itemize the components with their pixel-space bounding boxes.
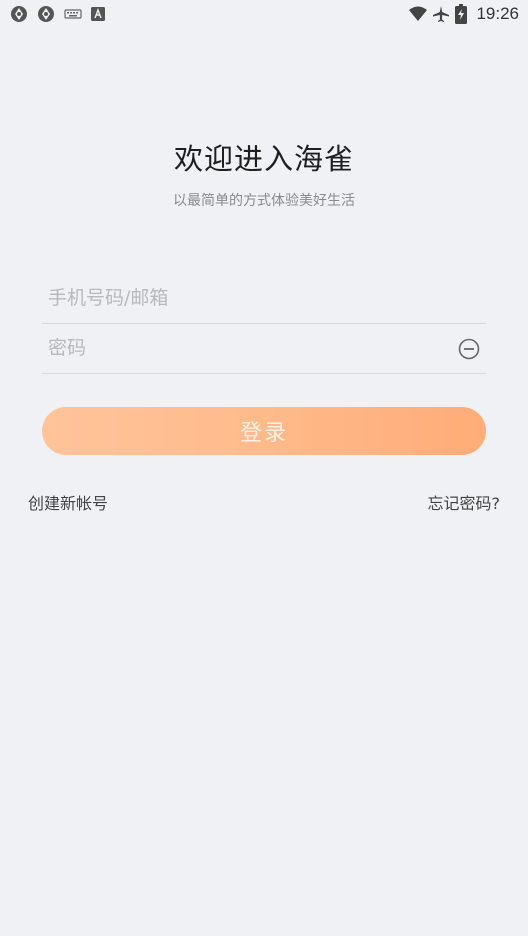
forgot-password-link[interactable]: 忘记密码? (428, 490, 501, 514)
keyboard-icon (64, 7, 82, 21)
airplane-icon (432, 5, 450, 23)
status-bar: 19:26 (0, 0, 528, 28)
page-subtitle: 以最简单的方式体验美好生活 (173, 193, 355, 209)
battery-charging-icon (455, 4, 468, 24)
account-input[interactable] (48, 274, 448, 322)
login-button[interactable]: 登录 (42, 407, 486, 455)
password-field (42, 324, 486, 374)
status-bar-right: 19:26 (409, 3, 519, 25)
aperture-icon (10, 5, 28, 23)
create-account-link[interactable]: 创建新帐号 (28, 490, 108, 514)
password-input[interactable] (48, 324, 448, 372)
aperture-icon (37, 5, 55, 23)
account-field (42, 274, 486, 324)
status-time: 19:26 (476, 4, 519, 23)
password-visibility-toggle-icon[interactable] (458, 338, 480, 360)
page-title: 欢迎进入海雀 (173, 142, 354, 176)
status-bar-left (10, 5, 105, 23)
wifi-icon (409, 6, 428, 22)
font-a-icon (91, 7, 105, 21)
